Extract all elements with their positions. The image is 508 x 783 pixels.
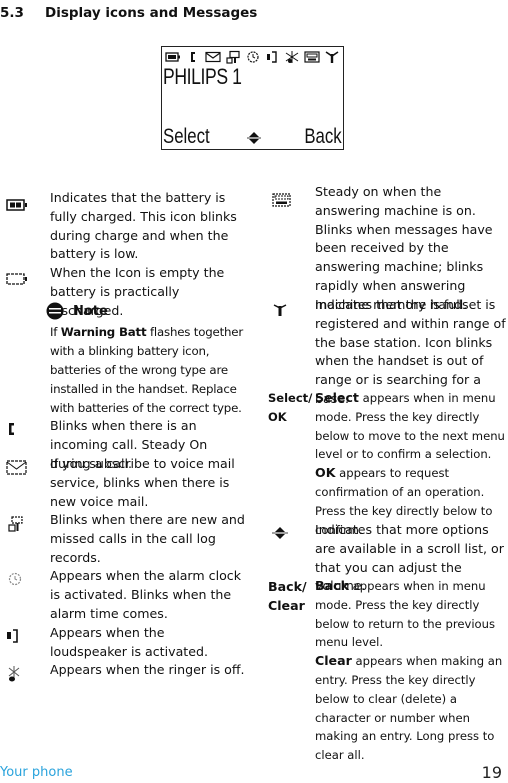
- note-icon: [46, 302, 64, 320]
- voicemail-icon: [205, 51, 221, 63]
- soft-key-select: Select: [163, 125, 210, 148]
- entry-text: Appears when the loudspeaker is activate…: [50, 625, 208, 659]
- ok-text-1: appears to request: [335, 466, 450, 481]
- select-bold: Select: [315, 390, 359, 405]
- section-heading: 5.3 Display icons and Messages: [0, 5, 257, 21]
- call-icon: [190, 52, 195, 62]
- back-clear-description: Back appears when in menu mode. Press th…: [315, 577, 508, 765]
- entry-text: If you subscribe to voice mail service, …: [50, 456, 235, 509]
- ringer-off-icon: [6, 665, 22, 683]
- alarm-icon: [246, 51, 259, 63]
- ok-bold: OK: [315, 465, 336, 481]
- loudspeaker-icon: [6, 628, 20, 644]
- label-back: Back/: [268, 579, 307, 594]
- call-log-icon: [226, 50, 240, 64]
- page-number: 19: [481, 763, 502, 782]
- note-warning-batt: Warning Batt: [60, 325, 147, 339]
- select-ok-description: Select appears when in menu mode. Press …: [315, 389, 508, 539]
- footer-section-label: Your phone: [0, 765, 73, 780]
- section-title: Display icons and Messages: [45, 5, 258, 21]
- signal-antenna-icon: [272, 303, 288, 317]
- clear-bold: Clear: [315, 653, 352, 669]
- label-select: Select/: [268, 391, 313, 405]
- phone-display: PHILIPS 1 Select Back: [161, 46, 344, 150]
- scroll-icon: [247, 132, 261, 144]
- scroll-icon: [272, 526, 288, 540]
- clear-text: appears when making an entry. Press the …: [315, 654, 503, 763]
- answering-machine-icon: [272, 193, 292, 207]
- handset-name: PHILIPS 1: [163, 64, 242, 89]
- loudspeaker-icon: [267, 51, 278, 63]
- note-title: Note: [73, 303, 108, 319]
- note-heading: Note: [46, 302, 108, 320]
- entry-text: Blinks when there are new and missed cal…: [50, 512, 245, 565]
- entry-text: Appears when the alarm clock is activate…: [50, 568, 242, 621]
- label-select-ok: Select/ OK: [268, 389, 312, 427]
- entry-text: Appears when the ringer is off.: [50, 662, 245, 677]
- entry-text: Indicates that the battery is fully char…: [50, 190, 237, 262]
- soft-key-back: Back: [304, 125, 342, 148]
- ringer-off-icon: [285, 51, 299, 63]
- signal-antenna-icon: [325, 51, 339, 63]
- display-status-icons: [165, 49, 340, 65]
- section-number: 5.3: [0, 5, 24, 21]
- entry-text: Steady on when the answering machine is …: [315, 184, 493, 312]
- label-back-clear: Back/ Clear: [268, 577, 307, 615]
- battery-full-icon: [6, 199, 28, 211]
- note-prefix: If: [50, 325, 61, 339]
- call-log-icon: [8, 516, 24, 532]
- alarm-icon: [6, 572, 24, 586]
- label-clear: Clear: [268, 598, 305, 613]
- battery-empty-icon: [6, 273, 28, 285]
- note-body: If Warning Batt flashes together with a …: [50, 323, 245, 418]
- call-icon: [6, 421, 18, 437]
- answering-machine-icon: [304, 51, 320, 63]
- voicemail-icon: [6, 460, 28, 476]
- battery-full-icon: [165, 52, 180, 62]
- label-ok: OK: [268, 410, 287, 424]
- back-bold: Back: [315, 578, 349, 593]
